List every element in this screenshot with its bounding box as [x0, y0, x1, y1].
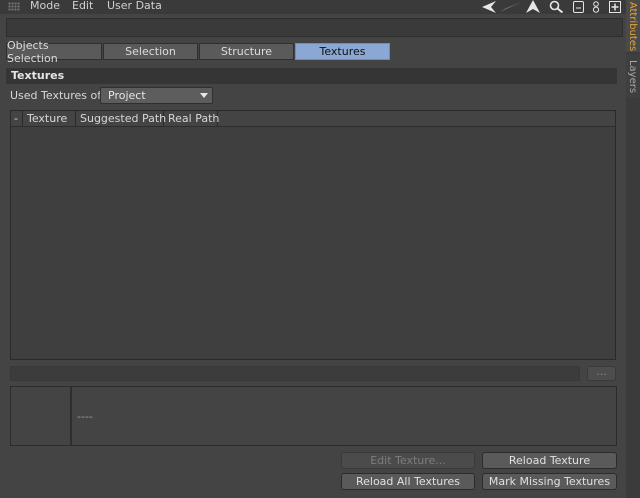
object-name-bar: [6, 18, 623, 37]
preview-info-text: ----: [77, 410, 93, 423]
column-texture[interactable]: Texture: [23, 111, 76, 127]
add-icon[interactable]: [608, 0, 621, 13]
mark-missing-textures-button[interactable]: Mark Missing Textures: [482, 473, 617, 490]
lock-icon[interactable]: [590, 0, 602, 13]
grip-handle-icon[interactable]: [8, 2, 20, 11]
menu-edit[interactable]: Edit: [72, 0, 93, 12]
menu-user-data[interactable]: User Data: [107, 0, 162, 12]
column-real-path[interactable]: Real Path: [164, 111, 219, 127]
edit-texture-button[interactable]: Edit Texture...: [341, 452, 475, 469]
used-textures-select[interactable]: Project: [100, 87, 213, 104]
menu-mode[interactable]: Mode: [30, 0, 60, 12]
up-arrow-icon[interactable]: [526, 0, 540, 13]
browse-button[interactable]: ...: [587, 366, 616, 381]
column-toggle[interactable]: -: [11, 111, 23, 127]
used-textures-label: Used Textures of: [10, 89, 102, 102]
tab-selection[interactable]: Selection: [103, 43, 198, 60]
tab-textures[interactable]: Textures: [295, 43, 390, 60]
column-suggested-path[interactable]: Suggested Path: [76, 111, 166, 127]
side-tab-layers[interactable]: Layers: [626, 54, 640, 98]
tab-objects-selection[interactable]: Objects Selection: [6, 39, 102, 65]
back-arrow-icon[interactable]: [482, 0, 496, 13]
side-tab-attributes[interactable]: Attributes: [626, 0, 640, 52]
reload-all-textures-button[interactable]: Reload All Textures: [341, 473, 475, 490]
texture-preview-box: [10, 386, 617, 446]
textures-table[interactable]: [10, 110, 616, 360]
texture-path-field[interactable]: [10, 366, 580, 381]
forward-arrow-icon[interactable]: [498, 0, 522, 13]
reload-texture-button[interactable]: Reload Texture: [482, 452, 617, 469]
section-header-textures[interactable]: Textures: [6, 68, 617, 84]
preview-divider: [70, 387, 72, 445]
new-window-icon[interactable]: [572, 0, 584, 13]
dropdown-arrow-icon[interactable]: [200, 93, 208, 98]
tab-structure[interactable]: Structure: [199, 43, 294, 60]
search-icon[interactable]: [548, 0, 564, 13]
